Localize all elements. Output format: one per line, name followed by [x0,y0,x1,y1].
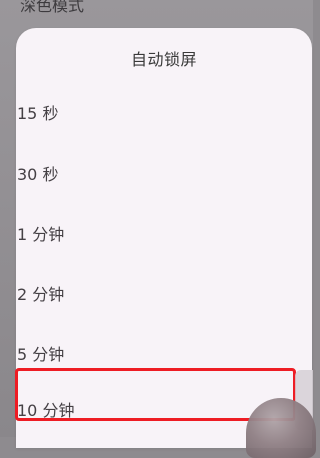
option-10-minutes[interactable]: 10 分钟 [17,397,74,421]
option-5-minutes[interactable]: 5 分钟 [17,341,64,365]
option-2-minutes[interactable]: 2 分钟 [17,281,64,305]
option-15-seconds[interactable]: 15 秒 [17,100,58,124]
option-1-minute[interactable]: 1 分钟 [17,221,64,245]
background-setting-label: 深色模式 [20,0,85,15]
sheet-title: 自动锁屏 [130,50,197,69]
option-30-seconds[interactable]: 30 秒 [17,161,58,185]
